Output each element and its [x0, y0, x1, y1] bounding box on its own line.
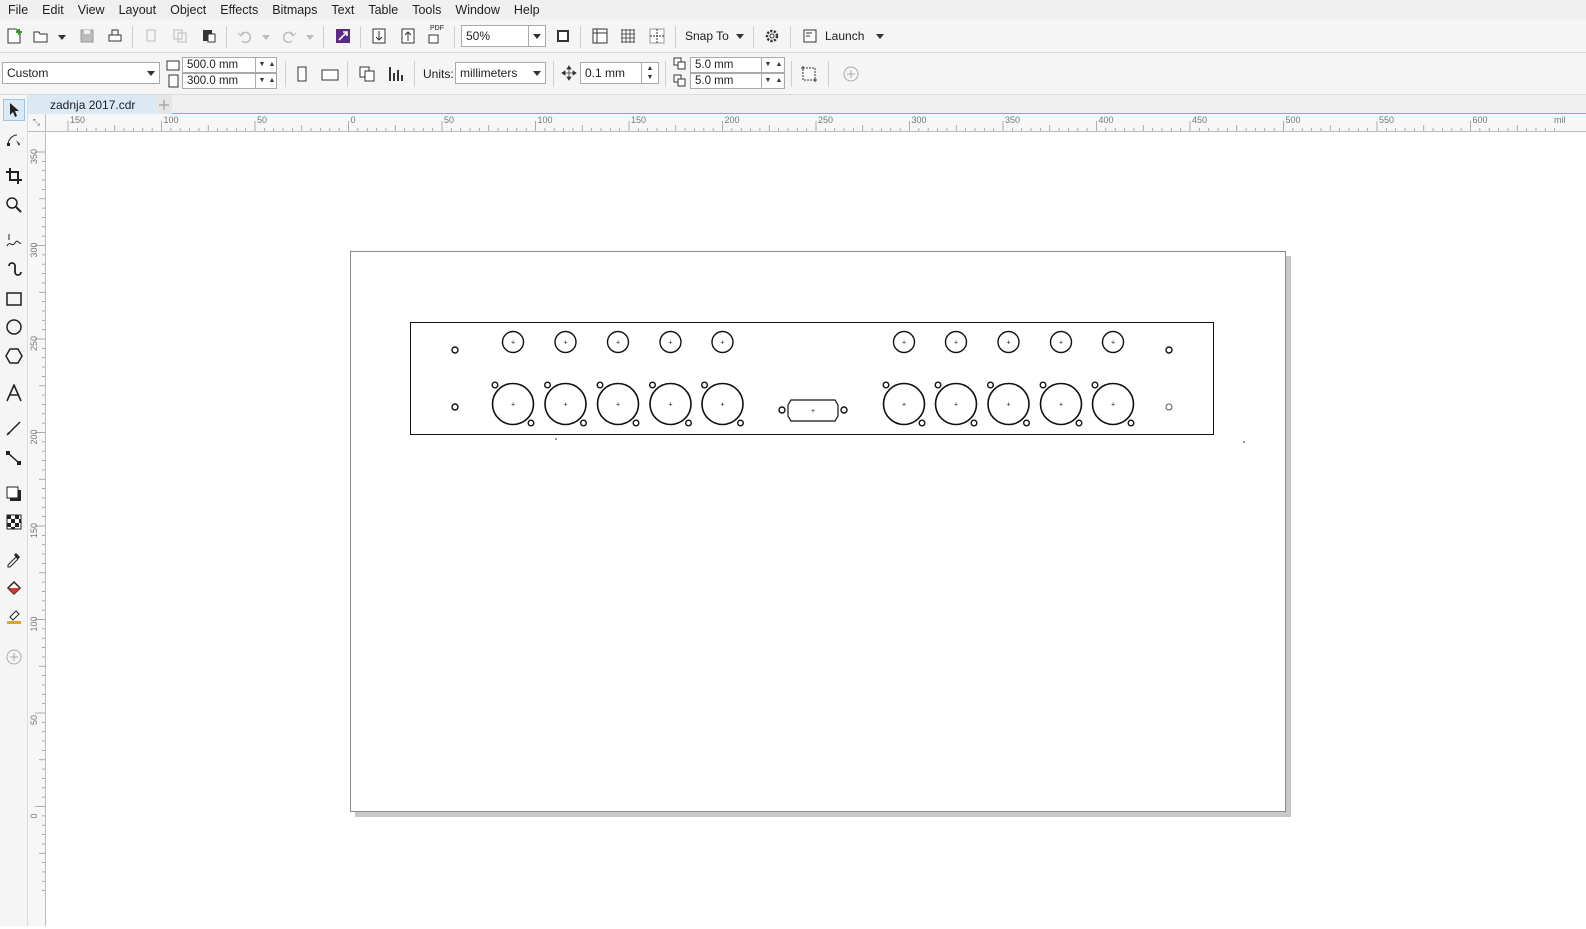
xlr-screw-hole[interactable]	[1091, 381, 1099, 389]
xlr-screw-hole[interactable]	[934, 381, 942, 389]
center-mark: +	[1006, 340, 1010, 347]
panel-drawing: + + + + + + + + + + + + + + + + + + + + +	[410, 322, 1245, 443]
center-mark: +	[954, 340, 958, 347]
xlr-screw-hole[interactable]	[970, 419, 978, 427]
center-mark: +	[720, 402, 724, 409]
center-mark: +	[1006, 402, 1010, 409]
xlr-jack-group: + + + + + + + + + +	[491, 381, 1135, 427]
mounting-hole[interactable]	[451, 346, 459, 354]
xlr-screw-hole[interactable]	[1127, 419, 1135, 427]
xlr-screw-hole[interactable]	[685, 419, 693, 427]
xlr-screw-hole[interactable]	[1075, 419, 1083, 427]
center-mark: +	[902, 402, 906, 409]
xlr-screw-hole[interactable]	[632, 419, 640, 427]
center-mark: +	[1059, 402, 1063, 409]
center-mark: +	[616, 402, 620, 409]
mounting-hole[interactable]	[451, 403, 459, 411]
small-jack-group: + + + + + + + + + +	[501, 330, 1125, 354]
center-mark: +	[668, 340, 672, 347]
center-mark: +	[511, 402, 515, 409]
center-mark: +	[720, 340, 724, 347]
center-mark: +	[1059, 340, 1063, 347]
xlr-screw-hole[interactable]	[1039, 381, 1047, 389]
mounting-hole[interactable]	[1165, 346, 1173, 354]
center-mark: +	[668, 402, 672, 409]
xlr-screw-hole[interactable]	[701, 381, 709, 389]
stray-point	[1243, 441, 1245, 443]
center-mark: +	[616, 340, 620, 347]
db-connector[interactable]: +	[778, 399, 848, 422]
center-mark: +	[902, 340, 906, 347]
mounting-hole[interactable]	[1165, 403, 1173, 411]
xlr-screw-hole[interactable]	[596, 381, 604, 389]
xlr-screw-hole[interactable]	[527, 419, 535, 427]
panel-outline[interactable]	[410, 322, 1214, 435]
center-mark: +	[1111, 402, 1115, 409]
xlr-screw-hole[interactable]	[737, 419, 745, 427]
center-mark: +	[954, 402, 958, 409]
center-mark: +	[563, 340, 567, 347]
center-mark: +	[1111, 340, 1115, 347]
xlr-screw-hole[interactable]	[580, 419, 588, 427]
xlr-screw-hole[interactable]	[918, 419, 926, 427]
xlr-screw-hole[interactable]	[987, 381, 995, 389]
xlr-screw-hole[interactable]	[491, 381, 499, 389]
xlr-screw-hole[interactable]	[649, 381, 657, 389]
xlr-screw-hole[interactable]	[882, 381, 890, 389]
center-mark: +	[563, 402, 567, 409]
stray-point	[555, 438, 557, 440]
svg-text:+: +	[811, 408, 815, 415]
xlr-screw-hole[interactable]	[1023, 419, 1031, 427]
center-mark: +	[511, 340, 515, 347]
xlr-screw-hole[interactable]	[544, 381, 552, 389]
